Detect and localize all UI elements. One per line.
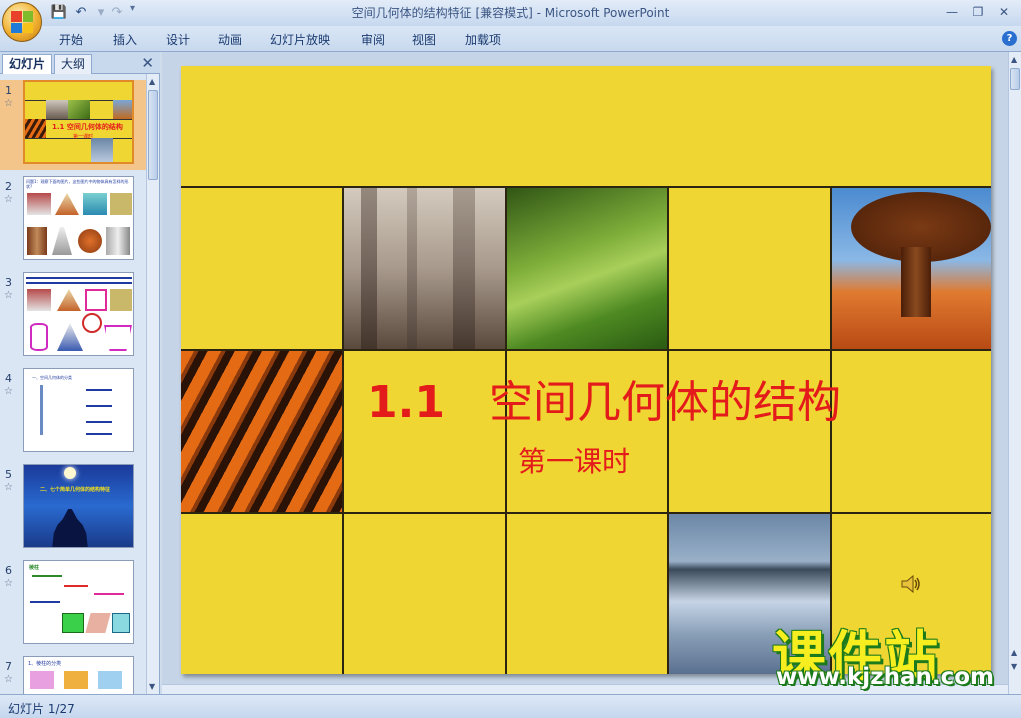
tab-slideshow[interactable]: 幻灯片放映: [270, 31, 330, 48]
title-bar: 💾 ↶ ▾ ↷ ▾ 空间几何体的结构特征 [兼容模式] - Microsoft …: [0, 0, 1021, 42]
animation-star-icon: ☆: [4, 386, 13, 397]
slide-preview-title: 1.1 空间几何体的结构: [52, 123, 123, 131]
ribbon-tabs: 开始 插入 设计 动画 幻灯片放映 审阅 视图 加载项 ?: [0, 26, 1021, 52]
slide-thumbnail-4[interactable]: 4 ☆ 一、空间几何体的分类: [0, 368, 146, 458]
tab-slides[interactable]: 幻灯片: [2, 54, 53, 74]
slides-pane: 幻灯片 大纲 ✕ 1 ☆ 1.1 空间几何体的结构 第一课时 2 ☆ 问题1：观…: [0, 52, 160, 694]
next-slide-icon[interactable]: ▼: [1011, 662, 1017, 671]
grid-line: [181, 512, 991, 514]
grid-line: [830, 186, 832, 674]
slide-editing-area: 1.1 空间几何体的结构 第一课时: [162, 52, 1008, 694]
tab-home[interactable]: 开始: [59, 31, 83, 48]
slide-number: 4: [5, 372, 12, 385]
tab-animations[interactable]: 动画: [218, 31, 242, 48]
grid-line: [181, 186, 991, 188]
animation-star-icon: ☆: [4, 194, 13, 205]
animation-star-icon: ☆: [4, 482, 13, 493]
grid-line: [181, 349, 991, 351]
animation-star-icon: ☆: [4, 578, 13, 589]
grid-line: [667, 186, 669, 674]
slide-number: 6: [5, 564, 12, 577]
slide-preview-title: 1、棱柱的分类: [28, 661, 62, 667]
slide-title-text: 空间几何体的结构: [488, 377, 841, 428]
sand-dune-picture: [181, 350, 343, 512]
pane-tabs: 幻灯片 大纲 ✕: [0, 52, 160, 74]
scrollbar-thumb[interactable]: [148, 90, 158, 180]
slide-thumbnail-3[interactable]: 3 ☆: [0, 272, 146, 362]
slide-preview: 二、七个简单几何体的结构特征: [23, 464, 134, 548]
speaker-icon[interactable]: [899, 572, 923, 596]
window-title: 空间几何体的结构特征 [兼容模式] - Microsoft PowerPoint: [351, 6, 670, 20]
slide-preview: 一、空间几何体的分类: [23, 368, 134, 452]
slide-thumbnail-2[interactable]: 2 ☆ 问题1：观察下面的图片，这些图片中的物体具有怎样的形状?: [0, 176, 146, 266]
animation-star-icon: ☆: [4, 290, 13, 301]
slide-preview: [23, 272, 134, 356]
slide-preview-title: 二、七个简单几何体的结构特征: [40, 487, 111, 493]
tab-addins[interactable]: 加载项: [465, 31, 501, 48]
help-icon[interactable]: ?: [1002, 31, 1017, 46]
slide-preview-subtitle: 第一课时: [73, 134, 94, 140]
scroll-up-icon[interactable]: ▲: [1011, 55, 1017, 64]
tab-insert[interactable]: 插入: [113, 31, 137, 48]
previous-slide-icon[interactable]: ▲: [1011, 648, 1017, 657]
desert-tree-picture: [831, 187, 991, 349]
slide-number: 2: [5, 180, 12, 193]
slide-number: 7: [5, 660, 12, 673]
slide-title-number: 1.1: [367, 377, 445, 428]
slide-thumbnails: 1 ☆ 1.1 空间几何体的结构 第一课时 2 ☆ 问题1：观察下面的图片，这些…: [0, 74, 146, 694]
slide-preview: 1、棱柱的分类: [23, 656, 134, 694]
watermark-url: www.kjzhan.com: [776, 664, 994, 690]
slides-pane-scrollbar[interactable]: ▲ ▼: [146, 74, 159, 694]
slide-number: 5: [5, 468, 12, 481]
animation-star-icon: ☆: [4, 674, 13, 685]
animation-star-icon: ☆: [4, 98, 13, 109]
slide-preview-title: 一、空间几何体的分类: [32, 375, 72, 380]
scroll-down-icon[interactable]: ▼: [149, 682, 155, 691]
office-logo-icon: [11, 11, 33, 33]
scrollbar-thumb[interactable]: [1010, 68, 1020, 90]
slide-thumbnail-7[interactable]: 7 ☆ 1、棱柱的分类: [0, 656, 146, 694]
slide-number: 3: [5, 276, 12, 289]
slide-scrollbar[interactable]: ▲ ▲ ▼: [1008, 52, 1021, 694]
slide-preview-title: 棱柱: [29, 565, 40, 571]
slide-preview: 1.1 空间几何体的结构 第一课时: [23, 80, 134, 164]
slide-title[interactable]: 1.1 空间几何体的结构: [367, 366, 841, 430]
scroll-up-icon[interactable]: ▲: [149, 77, 155, 86]
slide-thumbnail-6[interactable]: 6 ☆ 棱柱: [0, 560, 146, 650]
tab-view[interactable]: 视图: [412, 31, 436, 48]
slide-number: 1: [5, 84, 12, 97]
grid-line: [342, 186, 344, 674]
status-bar: 幻灯片 1/27: [0, 694, 1021, 718]
grid-line: [505, 186, 507, 674]
close-button[interactable]: ✕: [992, 3, 1016, 21]
fog-forest-picture: [343, 187, 505, 349]
slide-thumbnail-1[interactable]: 1 ☆ 1.1 空间几何体的结构 第一课时: [0, 80, 146, 170]
green-hill-picture: [506, 187, 668, 349]
tab-design[interactable]: 设计: [166, 31, 190, 48]
current-slide[interactable]: 1.1 空间几何体的结构 第一课时: [181, 66, 991, 674]
tab-outline[interactable]: 大纲: [54, 54, 93, 74]
tab-review[interactable]: 审阅: [361, 31, 385, 48]
slide-preview-title: 问题1：观察下面的图片，这些图片中的物体具有怎样的形状?: [26, 179, 129, 189]
slide-preview: 棱柱: [23, 560, 134, 644]
maximize-button[interactable]: ❐: [966, 3, 990, 21]
slide-subtitle[interactable]: 第一课时: [518, 440, 630, 480]
slide-thumbnail-5[interactable]: 5 ☆ 二、七个简单几何体的结构特征: [0, 464, 146, 554]
slide-counter: 幻灯片 1/27: [8, 702, 75, 716]
minimize-button[interactable]: —: [940, 3, 964, 21]
close-icon[interactable]: ✕: [141, 54, 154, 72]
slide-preview: 问题1：观察下面的图片，这些图片中的物体具有怎样的形状?: [23, 176, 134, 260]
office-button[interactable]: [2, 2, 42, 42]
